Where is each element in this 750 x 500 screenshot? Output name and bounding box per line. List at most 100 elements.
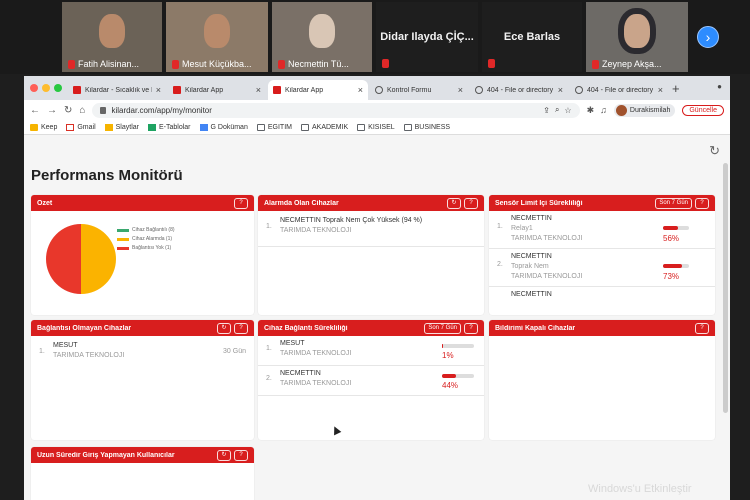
disconnected-devices-card: Bağlantısı Olmayan Cihazlar ↻ ? 1. MESUT… (31, 320, 254, 440)
windows-activation-watermark: Windows'u Etkinleştir (588, 483, 692, 495)
home-icon[interactable]: ⌂ (79, 105, 85, 116)
help-button[interactable]: ? (234, 322, 248, 334)
browser-tab[interactable]: Kontrol Formu × (370, 80, 468, 100)
browser-tab-active[interactable]: Kilardar App × (268, 80, 368, 100)
bookmark-slides[interactable]: Slaytlar (104, 123, 139, 131)
help-button[interactable]: ? (695, 197, 709, 209)
list-item[interactable]: NECMETTIN (489, 287, 715, 311)
participant-tile[interactable]: Ece Barlas (482, 2, 582, 72)
keep-icon (30, 123, 38, 131)
percent-label: 56% (663, 234, 680, 243)
forward-arrow-icon[interactable]: → (47, 105, 57, 116)
lock-icon (100, 106, 107, 114)
update-button[interactable]: Güncelle (682, 104, 724, 116)
participant-tile[interactable]: Didar Ilayda ÇİÇ... (376, 2, 478, 72)
participant-video (99, 14, 125, 48)
bookmark-folder-akademik[interactable]: AKADEMIK (300, 123, 348, 131)
browser-tab[interactable]: 404 - File or directory no× (570, 80, 668, 100)
refresh-button[interactable]: ↻ (447, 197, 461, 209)
participant-tile[interactable]: Necmettin Tü... (272, 2, 372, 72)
help-button[interactable]: ? (234, 197, 248, 209)
participant-tile[interactable]: Mesut Küçükba... (166, 2, 268, 72)
extensions-puzzle-icon[interactable]: ✱ (587, 105, 595, 116)
close-tab-icon[interactable]: × (358, 85, 363, 95)
profile-button[interactable]: Durakismilah (613, 103, 676, 117)
legend-item: Bağlantısı Yok (1) (117, 245, 175, 251)
close-tab-icon[interactable]: × (558, 85, 563, 95)
bookmark-folder-business[interactable]: BUSINESS (403, 123, 450, 131)
tab-bar: Kilardar - Sıcaklık ve Nem× Kilardar App… (24, 76, 730, 100)
group-name: TARIMDA TEKNOLOJI (280, 227, 352, 234)
next-participants-button[interactable]: › (697, 26, 719, 48)
bookmark-folder-egitim[interactable]: EGITIM (256, 123, 292, 131)
legend-swatch (117, 237, 129, 241)
refresh-icon: ↻ (451, 199, 457, 206)
minimize-window-icon[interactable] (42, 84, 50, 92)
browser-toolbar: ← → ↻ ⌂ kilardar.com/app/my/monitor ⇪ ⌕ … (24, 100, 730, 120)
bookmark-folder-kisisel[interactable]: KISISEL (357, 123, 395, 131)
progress-bar (663, 226, 689, 230)
maximize-window-icon[interactable] (54, 84, 62, 92)
bookmark-keep[interactable]: Keep (30, 123, 57, 131)
date-range-button[interactable]: Son 7 Gün (424, 322, 461, 334)
notification-off-devices-card: Bildirimi Kapalı Cihazlar ? (489, 320, 715, 440)
list-item[interactable]: 2. NECMETTIN TARIMDA TEKNOLOJI 44% (258, 366, 484, 396)
list-item[interactable]: 2. NECMETTIN Toprak Nem TARIMDA TEKNOLOJ… (489, 249, 715, 287)
participant-name: Mesut Küçükba... (182, 59, 252, 69)
browser-tab[interactable]: Kilardar - Sıcaklık ve Nem× (68, 80, 166, 100)
progress-bar (442, 344, 474, 348)
card-title: Uzun Süredir Giriş Yapmayan Kullanıcılar (37, 451, 175, 459)
participant-video (204, 14, 230, 48)
muted-mic-icon (592, 59, 599, 69)
legend-item: Cihaz Alarmda (1) (117, 236, 175, 242)
help-button[interactable]: ? (464, 197, 478, 209)
refresh-button[interactable]: ↻ (217, 322, 231, 334)
card-title: Bağlantısı Olmayan Cihazlar (37, 324, 132, 332)
tab-search-icon[interactable]: ● (717, 82, 722, 91)
scrollbar[interactable] (723, 163, 728, 413)
summary-pie-chart (46, 224, 116, 294)
participant-tile[interactable]: Fatih Alisinan... (62, 2, 162, 72)
legend-swatch (117, 228, 129, 232)
participant-name: Didar Ilayda ÇİÇ... (380, 31, 474, 43)
browser-tab[interactable]: 404 - File or directory no× (470, 80, 568, 100)
close-tab-icon[interactable]: × (256, 85, 261, 95)
list-item[interactable]: 1. MESUT TARIMDA TEKNOLOJI 1% (258, 336, 484, 366)
close-tab-icon[interactable]: × (658, 85, 663, 95)
media-control-icon[interactable]: ♫ (600, 105, 607, 116)
sheets-icon (147, 123, 156, 131)
list-item[interactable]: 1. NECMETTIN Toprak Nem Çok Yüksek (94 %… (258, 211, 484, 247)
close-tab-icon[interactable]: × (156, 85, 161, 95)
folder-icon (357, 123, 366, 131)
help-button[interactable]: ? (695, 322, 709, 334)
globe-icon (375, 86, 383, 94)
bookmark-star-icon[interactable]: ☆ (564, 106, 571, 115)
percent-label: 1% (442, 351, 454, 360)
refresh-icon[interactable]: ↻ (709, 143, 720, 159)
participant-tile[interactable]: Zeynep Akşa... (586, 2, 688, 72)
help-button[interactable]: ? (234, 449, 248, 461)
close-window-icon[interactable] (30, 84, 38, 92)
new-tab-plus-icon[interactable]: + (672, 81, 680, 96)
zoom-icon[interactable]: ⌕ (555, 105, 559, 115)
address-bar[interactable]: kilardar.com/app/my/monitor ⇪ ⌕ ☆ (92, 102, 580, 118)
browser-tab[interactable]: Kilardar App × (168, 80, 266, 100)
folder-icon (403, 123, 412, 131)
reload-icon[interactable]: ↻ (64, 105, 72, 116)
list-item[interactable]: 1. MESUT TARIMDA TEKNOLOJI 30 Gün (31, 336, 254, 372)
bookmark-gmail[interactable]: Gmail (66, 123, 96, 131)
back-arrow-icon[interactable]: ← (30, 105, 40, 116)
kilardar-favicon-icon (273, 86, 281, 94)
list-item[interactable]: 1. NECMETTIN Relay1 TARIMDA TEKNOLOJI 56… (489, 211, 715, 249)
refresh-button[interactable]: ↻ (217, 449, 231, 461)
help-button[interactable]: ? (464, 322, 478, 334)
avatar (615, 104, 627, 116)
chevron-right-icon: › (705, 29, 711, 45)
participant-name: Fatih Alisinan... (78, 59, 140, 69)
muted-mic-icon (382, 59, 389, 68)
bookmark-docs[interactable]: G Doküman (199, 123, 248, 131)
bookmark-sheets[interactable]: E-Tablolar (147, 123, 191, 131)
share-icon[interactable]: ⇪ (543, 106, 550, 115)
date-range-button[interactable]: Son 7 Gün (655, 197, 692, 209)
close-tab-icon[interactable]: × (458, 85, 463, 95)
